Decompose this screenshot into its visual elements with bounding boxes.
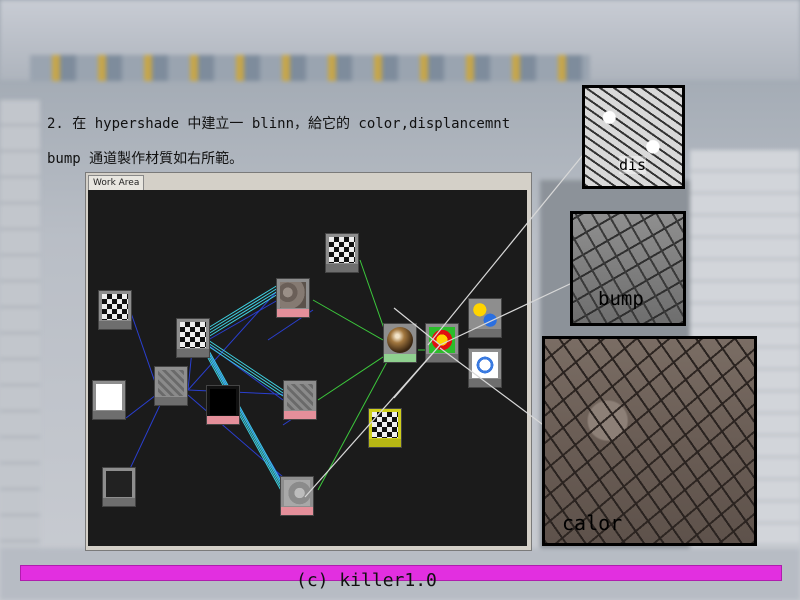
checker-texture-node[interactable] xyxy=(325,233,359,273)
file-texture-node-bump[interactable] xyxy=(283,380,317,420)
render-partition-icon xyxy=(472,352,498,378)
file-texture-node-color[interactable] xyxy=(276,278,310,318)
bump-texture-image: bump xyxy=(570,211,686,326)
empty-swatch xyxy=(210,389,236,415)
mask-icon xyxy=(96,384,122,410)
light-linker-node[interactable] xyxy=(468,298,502,338)
render-partition-node[interactable] xyxy=(468,348,502,388)
place2d-icon xyxy=(102,294,128,320)
background-shelf xyxy=(30,55,590,81)
displacement-icon xyxy=(372,412,398,438)
hypershade-work-area-window: Work Area xyxy=(85,172,532,551)
color-texture-image: calor xyxy=(542,336,757,546)
background-left-panel xyxy=(0,100,40,560)
blinn-sphere-swatch xyxy=(387,327,413,353)
utility-icon xyxy=(180,322,206,348)
checker-icon xyxy=(329,237,355,263)
place2d-texture-node[interactable] xyxy=(98,290,132,330)
dis-label: dis xyxy=(619,156,647,174)
blinn-material-node[interactable] xyxy=(383,323,417,363)
instruction-caption: 2. 在 hypershade 中建立一 blinn，給它的 color,dis… xyxy=(47,107,567,177)
bump-texture-swatch xyxy=(287,384,313,410)
utility-node[interactable] xyxy=(176,318,210,358)
color-label: calor xyxy=(562,511,623,535)
displacement-shader-node[interactable] xyxy=(368,408,402,448)
layered-texture-node[interactable] xyxy=(154,366,188,406)
file-texture-node-displacement[interactable] xyxy=(280,476,314,516)
tab-work-area[interactable]: Work Area xyxy=(88,175,145,190)
displacement-texture-image: dis xyxy=(582,85,685,189)
file-texture-node-empty[interactable] xyxy=(206,385,240,425)
caption-line-1: 2. 在 hypershade 中建立一 blinn，給它的 color,dis… xyxy=(47,116,511,132)
displacement-texture-swatch xyxy=(284,480,310,506)
shading-group-node[interactable] xyxy=(425,323,459,363)
bump-label: bump xyxy=(598,288,644,310)
shading-group-icon xyxy=(429,327,455,353)
mask-texture-node-1[interactable] xyxy=(92,380,126,420)
mask-icon xyxy=(106,471,132,497)
copyright-text: (c) killer1.0 xyxy=(296,570,437,591)
color-texture-swatch xyxy=(280,282,306,308)
mask-texture-node-2[interactable] xyxy=(102,467,136,507)
layered-texture-icon xyxy=(158,370,184,396)
light-linker-icon xyxy=(472,302,498,328)
node-graph-canvas[interactable] xyxy=(88,190,527,546)
